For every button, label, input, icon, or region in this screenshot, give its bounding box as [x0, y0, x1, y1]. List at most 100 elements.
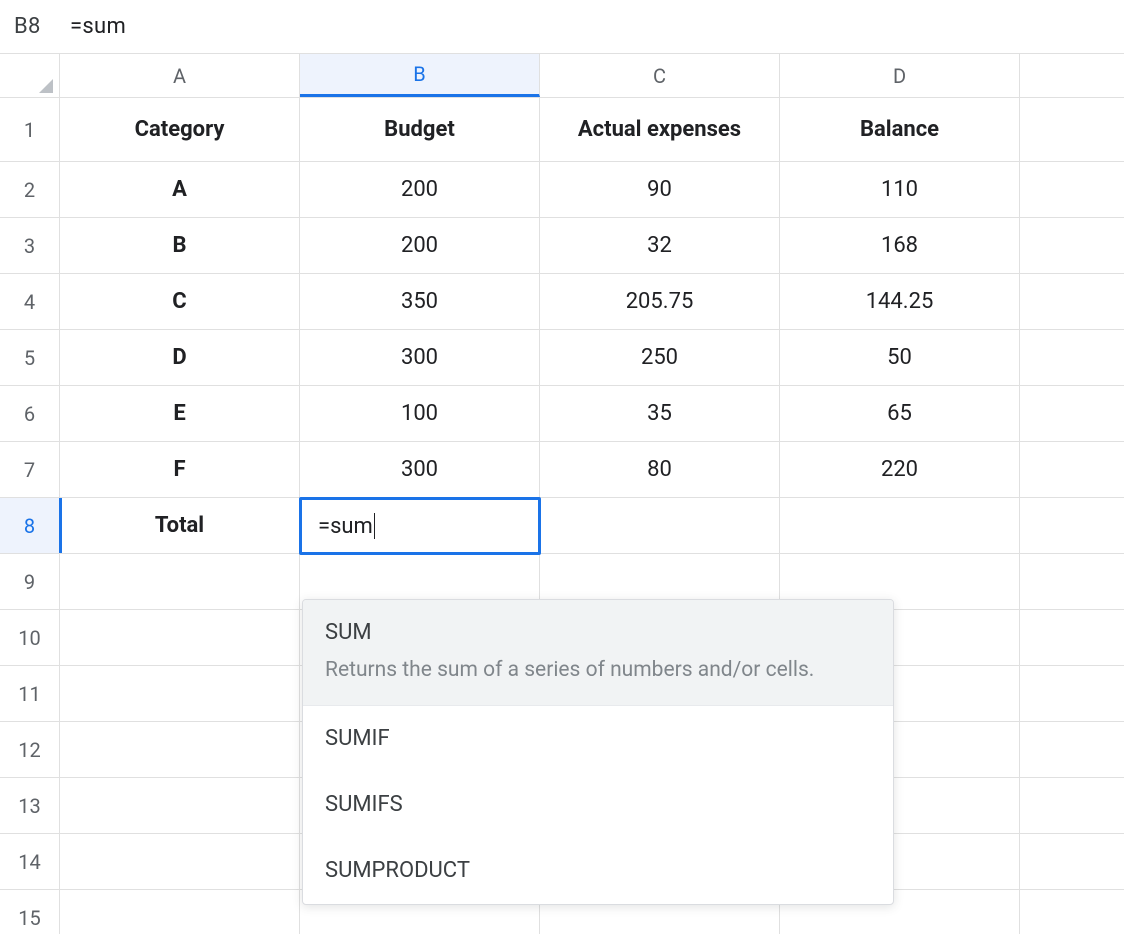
cell-A15[interactable]	[60, 890, 300, 934]
row-header-10[interactable]: 10	[0, 610, 60, 666]
cell-E3[interactable]	[1020, 218, 1124, 274]
autocomplete-item-title: SUM	[325, 620, 871, 645]
row-header-9[interactable]: 9	[0, 554, 60, 610]
autocomplete-item-sumif[interactable]: SUMIF	[303, 706, 893, 772]
row-header-12[interactable]: 12	[0, 722, 60, 778]
cell-E1[interactable]	[1020, 98, 1124, 162]
row-header-1[interactable]: 1	[0, 98, 60, 162]
cell-B1[interactable]: Budget	[300, 98, 540, 162]
select-all-corner[interactable]	[0, 54, 60, 97]
column-header-E[interactable]	[1020, 54, 1124, 97]
cell-B7[interactable]: 300	[300, 442, 540, 498]
cell-A7[interactable]: F	[60, 442, 300, 498]
cell-A11[interactable]	[60, 666, 300, 722]
cell-A1[interactable]: Category	[60, 98, 300, 162]
row-header-14[interactable]: 14	[0, 834, 60, 890]
cell-C6[interactable]: 35	[540, 386, 780, 442]
cell-E15[interactable]	[1020, 890, 1124, 934]
cell-E7[interactable]	[1020, 442, 1124, 498]
cell-B6[interactable]: 100	[300, 386, 540, 442]
cell-B8-editing[interactable]: =sum	[299, 497, 541, 555]
column-header-B[interactable]: B	[300, 54, 540, 97]
column-header-C[interactable]: C	[540, 54, 780, 97]
cell-A9[interactable]	[60, 554, 300, 610]
cell-A14[interactable]	[60, 834, 300, 890]
text-caret	[374, 513, 376, 539]
autocomplete-item-description: Returns the sum of a series of numbers a…	[325, 655, 871, 685]
cell-E13[interactable]	[1020, 778, 1124, 834]
row-6: 6 E 100 35 65	[0, 386, 1124, 442]
row-4: 4 C 350 205.75 144.25	[0, 274, 1124, 330]
cell-A6[interactable]: E	[60, 386, 300, 442]
cell-D3[interactable]: 168	[780, 218, 1020, 274]
cell-C1[interactable]: Actual expenses	[540, 98, 780, 162]
row-header-11[interactable]: 11	[0, 666, 60, 722]
cell-D1[interactable]: Balance	[780, 98, 1020, 162]
row-header-15[interactable]: 15	[0, 890, 60, 934]
autocomplete-item-title: SUMPRODUCT	[325, 858, 470, 883]
name-box[interactable]: B8	[0, 14, 60, 39]
column-headers: A B C D	[0, 54, 1124, 98]
row-8: 8 Total =sum	[0, 498, 1124, 554]
cell-A12[interactable]	[60, 722, 300, 778]
cell-A3[interactable]: B	[60, 218, 300, 274]
cell-E6[interactable]	[1020, 386, 1124, 442]
row-header-13[interactable]: 13	[0, 778, 60, 834]
cell-A10[interactable]	[60, 610, 300, 666]
cell-E9[interactable]	[1020, 554, 1124, 610]
cell-E11[interactable]	[1020, 666, 1124, 722]
cell-C4[interactable]: 205.75	[540, 274, 780, 330]
cell-D2[interactable]: 110	[780, 162, 1020, 218]
autocomplete-item-title: SUMIFS	[325, 792, 403, 817]
cell-E5[interactable]	[1020, 330, 1124, 386]
row-header-2[interactable]: 2	[0, 162, 60, 218]
cell-C5[interactable]: 250	[540, 330, 780, 386]
autocomplete-item-sumproduct[interactable]: SUMPRODUCT	[303, 838, 893, 904]
row-7: 7 F 300 80 220	[0, 442, 1124, 498]
cell-C2[interactable]: 90	[540, 162, 780, 218]
row-header-8[interactable]: 8	[0, 498, 60, 554]
row-header-4[interactable]: 4	[0, 274, 60, 330]
cell-A5[interactable]: D	[60, 330, 300, 386]
cell-B3[interactable]: 200	[300, 218, 540, 274]
row-header-3[interactable]: 3	[0, 218, 60, 274]
cell-D4[interactable]: 144.25	[780, 274, 1020, 330]
cell-D8[interactable]	[780, 498, 1020, 554]
formula-bar: B8 =sum	[0, 0, 1124, 54]
cell-B4[interactable]: 350	[300, 274, 540, 330]
column-header-D[interactable]: D	[780, 54, 1020, 97]
cell-E4[interactable]	[1020, 274, 1124, 330]
cell-C3[interactable]: 32	[540, 218, 780, 274]
cell-E12[interactable]	[1020, 722, 1124, 778]
cell-A8[interactable]: Total	[60, 498, 300, 554]
row-1: 1 Category Budget Actual expenses Balanc…	[0, 98, 1124, 162]
column-header-A[interactable]: A	[60, 54, 300, 97]
cell-E10[interactable]	[1020, 610, 1124, 666]
autocomplete-item-sum[interactable]: SUM Returns the sum of a series of numbe…	[303, 600, 893, 706]
cell-C7[interactable]: 80	[540, 442, 780, 498]
cell-B5[interactable]: 300	[300, 330, 540, 386]
cell-E14[interactable]	[1020, 834, 1124, 890]
row-2: 2 A 200 90 110	[0, 162, 1124, 218]
cell-D5[interactable]: 50	[780, 330, 1020, 386]
autocomplete-item-sumifs[interactable]: SUMIFS	[303, 772, 893, 838]
row-header-5[interactable]: 5	[0, 330, 60, 386]
cell-B8-editing-value: =sum	[318, 514, 373, 539]
spreadsheet-grid: A B C D 1 Category Budget Actual expense…	[0, 54, 1124, 934]
cell-B2[interactable]: 200	[300, 162, 540, 218]
cell-E8[interactable]	[1020, 498, 1124, 554]
cell-D6[interactable]: 65	[780, 386, 1020, 442]
cell-C8[interactable]	[540, 498, 780, 554]
formula-autocomplete: SUM Returns the sum of a series of numbe…	[302, 599, 894, 905]
cell-A2[interactable]: A	[60, 162, 300, 218]
row-3: 3 B 200 32 168	[0, 218, 1124, 274]
row-5: 5 D 300 250 50	[0, 330, 1124, 386]
row-header-7[interactable]: 7	[0, 442, 60, 498]
cell-D7[interactable]: 220	[780, 442, 1020, 498]
formula-input[interactable]: =sum	[60, 14, 1124, 39]
row-header-6[interactable]: 6	[0, 386, 60, 442]
autocomplete-item-title: SUMIF	[325, 726, 390, 751]
cell-A4[interactable]: C	[60, 274, 300, 330]
cell-E2[interactable]	[1020, 162, 1124, 218]
cell-A13[interactable]	[60, 778, 300, 834]
